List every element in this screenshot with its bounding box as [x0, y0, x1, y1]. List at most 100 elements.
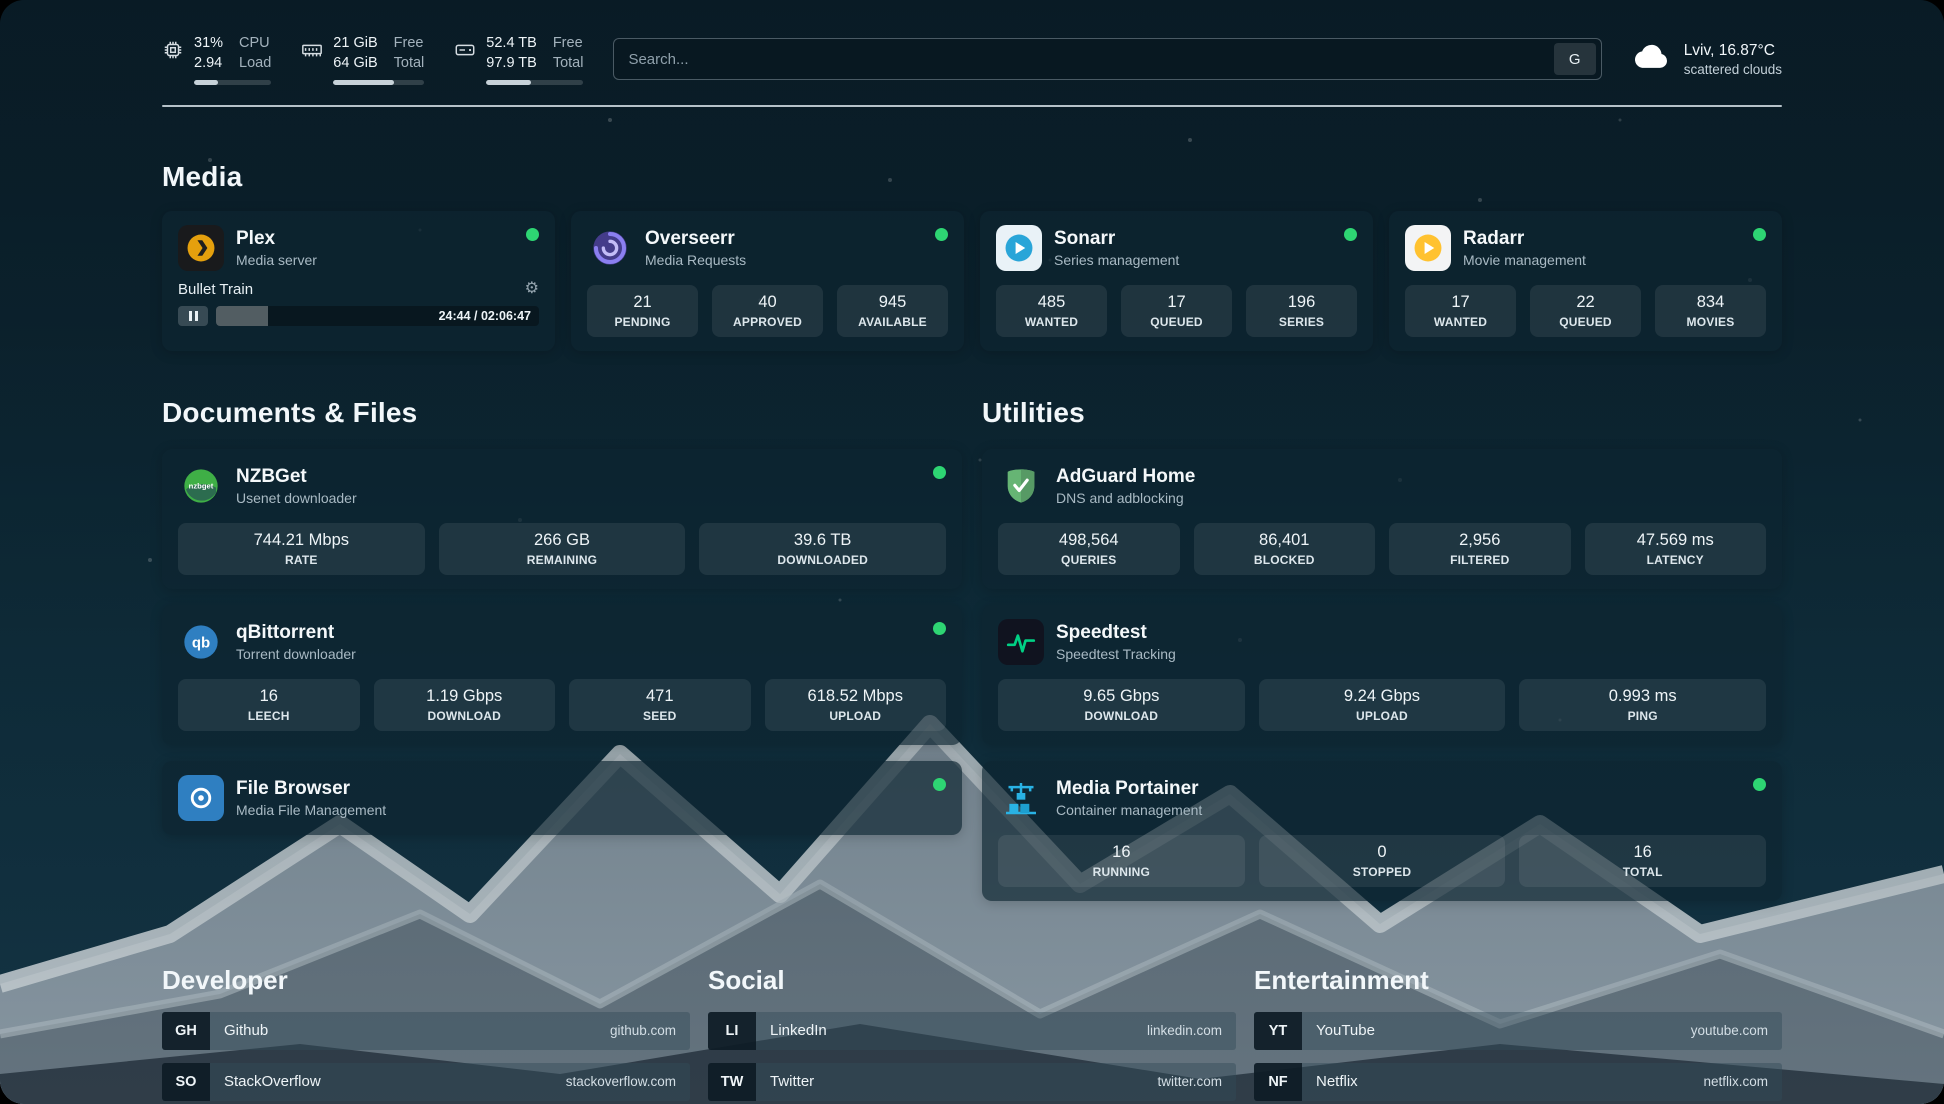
stat-label: DOWNLOADED: [703, 553, 942, 567]
stat-value: 471: [573, 687, 747, 706]
bookmark-abbr: GH: [162, 1012, 210, 1050]
stat-label: BLOCKED: [1198, 553, 1372, 567]
stat-box: 2,956 FILTERED: [1389, 523, 1571, 575]
overseerr-card[interactable]: Overseerr Media Requests 21 PENDING 40 A…: [571, 211, 964, 351]
disk-progress-fill: [486, 80, 531, 85]
disk-total-value: 97.9 TB: [486, 54, 537, 73]
app-name: Overseerr: [645, 228, 746, 250]
filebrowser-icon: [178, 775, 224, 821]
dashboard-screen: 31% CPU 2.94 Load 21: [0, 0, 1944, 1104]
stat-value: 16: [1002, 843, 1241, 862]
media-section-title: Media: [162, 161, 1782, 193]
status-online-dot: [1753, 228, 1766, 241]
stat-label: AVAILABLE: [841, 315, 944, 329]
playback-progress-bar[interactable]: 24:44 / 02:06:47: [216, 306, 539, 326]
stat-label: STOPPED: [1263, 865, 1502, 879]
bookmark-github[interactable]: GH Github github.com: [162, 1012, 690, 1050]
utilities-section-title: Utilities: [982, 397, 1782, 429]
stat-value: 485: [1000, 293, 1103, 312]
stat-label: WANTED: [1000, 315, 1103, 329]
stat-label: RUNNING: [1002, 865, 1241, 879]
stat-label: APPROVED: [716, 315, 819, 329]
stat-box: 16 TOTAL: [1519, 835, 1766, 887]
plex-card[interactable]: Plex Media server Bullet Train ⚙ 24:4: [162, 211, 555, 351]
radarr-card[interactable]: Radarr Movie management 17 WANTED 22 QUE…: [1389, 211, 1782, 351]
portainer-card[interactable]: Media Portainer Container management 16 …: [982, 761, 1782, 901]
bookmark-linkedin[interactable]: LI LinkedIn linkedin.com: [708, 1012, 1236, 1050]
memory-total-value: 64 GiB: [333, 54, 377, 73]
bookmark-twitter[interactable]: TW Twitter twitter.com: [708, 1063, 1236, 1101]
stat-label: QUEUED: [1534, 315, 1637, 329]
speedtest-icon: [998, 619, 1044, 665]
app-desc: Media server: [236, 252, 317, 268]
stat-box: 40 APPROVED: [712, 285, 823, 337]
stat-label: LATENCY: [1589, 553, 1763, 567]
system-stats: 31% CPU 2.94 Load 21: [162, 34, 583, 85]
filebrowser-card[interactable]: File Browser Media File Management: [162, 761, 962, 835]
bookmark-group-developer: Developer GH Github github.com SO StackO…: [162, 965, 690, 1104]
cpu-load-value: 2.94: [194, 54, 223, 73]
search-input[interactable]: [628, 51, 1553, 68]
app-name: AdGuard Home: [1056, 466, 1195, 488]
stat-box: 47.569 ms LATENCY: [1585, 523, 1767, 575]
disk-total-label: Total: [553, 54, 584, 73]
stat-box: 39.6 TB DOWNLOADED: [699, 523, 946, 575]
search-bar: G: [613, 38, 1601, 80]
header-divider: [162, 105, 1782, 107]
search-engine-button[interactable]: G: [1554, 43, 1596, 75]
disk-icon: [454, 39, 476, 66]
disk-free-value: 52.4 TB: [486, 34, 537, 53]
pause-button[interactable]: [178, 306, 208, 326]
bookmark-url: github.com: [610, 1023, 676, 1038]
cloud-icon: [1632, 37, 1672, 82]
bookmark-name: StackOverflow: [224, 1073, 321, 1090]
social-title: Social: [708, 965, 1236, 996]
bookmark-stackoverflow[interactable]: SO StackOverflow stackoverflow.com: [162, 1063, 690, 1101]
app-name: Media Portainer: [1056, 778, 1202, 800]
speedtest-card[interactable]: Speedtest Speedtest Tracking 9.65 Gbps D…: [982, 605, 1782, 745]
status-online-dot: [933, 778, 946, 791]
bookmark-group-social: Social LI LinkedIn linkedin.com TW Twitt…: [708, 965, 1236, 1104]
stat-value: 39.6 TB: [703, 531, 942, 550]
adguard-card[interactable]: AdGuard Home DNS and adblocking 498,564 …: [982, 449, 1782, 589]
stat-label: REMAINING: [443, 553, 682, 567]
bookmark-url: twitter.com: [1157, 1074, 1222, 1089]
stat-value: 9.65 Gbps: [1002, 687, 1241, 706]
app-desc: Usenet downloader: [236, 490, 357, 506]
stat-label: PING: [1523, 709, 1762, 723]
nzbget-icon: nzbget: [178, 463, 224, 509]
nzbget-card[interactable]: nzbget NZBGet Usenet downloader 744.21 M…: [162, 449, 962, 589]
bookmark-netflix[interactable]: NF Netflix netflix.com: [1254, 1063, 1782, 1101]
bookmark-abbr: SO: [162, 1063, 210, 1101]
stat-label: LEECH: [182, 709, 356, 723]
cpu-progress-bar: [194, 80, 271, 85]
section-media: Media Plex Media server: [162, 161, 1782, 351]
svg-text:nzbget: nzbget: [189, 481, 214, 490]
stat-label: FILTERED: [1393, 553, 1567, 567]
stat-box: 196 SERIES: [1246, 285, 1357, 337]
bookmark-name: LinkedIn: [770, 1022, 827, 1039]
stat-value: 21: [591, 293, 694, 312]
qbittorrent-card[interactable]: qb qBittorrent Torrent downloader 16 LEE…: [162, 605, 962, 745]
stat-label: QUEUED: [1125, 315, 1228, 329]
app-name: Speedtest: [1056, 622, 1176, 644]
memory-free-label: Free: [394, 34, 425, 53]
app-desc: DNS and adblocking: [1056, 490, 1195, 506]
app-desc: Media Requests: [645, 252, 746, 268]
bookmark-youtube[interactable]: YT YouTube youtube.com: [1254, 1012, 1782, 1050]
overseerr-icon: [587, 225, 633, 271]
sonarr-card[interactable]: Sonarr Series management 485 WANTED 17 Q…: [980, 211, 1373, 351]
stat-box: 16 RUNNING: [998, 835, 1245, 887]
stat-box: 1.19 Gbps DOWNLOAD: [374, 679, 556, 731]
gear-icon[interactable]: ⚙: [525, 281, 539, 297]
memory-free-value: 21 GiB: [333, 34, 377, 53]
status-online-dot: [933, 622, 946, 635]
app-name: Plex: [236, 228, 317, 250]
sonarr-icon: [996, 225, 1042, 271]
stat-value: 47.569 ms: [1589, 531, 1763, 550]
stat-label: MOVIES: [1659, 315, 1762, 329]
cpu-usage-value: 31%: [194, 34, 223, 53]
documents-section-title: Documents & Files: [162, 397, 962, 429]
weather-location: Lviv, 16.87°C: [1684, 42, 1782, 60]
weather-condition: scattered clouds: [1684, 62, 1782, 77]
